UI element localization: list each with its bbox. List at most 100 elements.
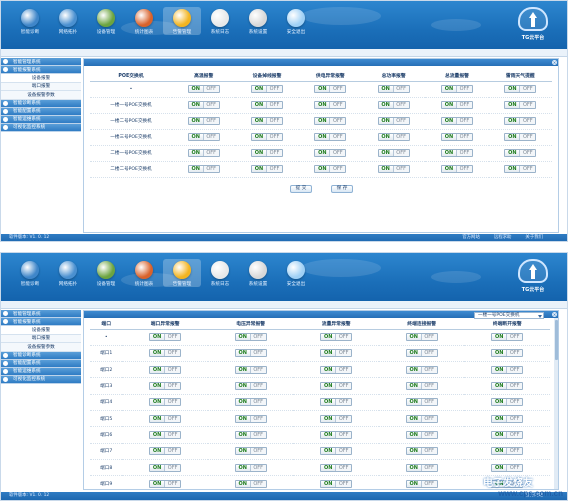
on-off-toggle[interactable]: ON OFF <box>320 349 353 358</box>
on-off-toggle[interactable]: ON OFF <box>314 85 347 93</box>
toggle-off-label[interactable]: OFF <box>520 134 535 140</box>
on-off-toggle[interactable]: ON OFF <box>320 333 353 342</box>
toggle-on-label[interactable]: ON <box>150 464 166 471</box>
toggle-on-label[interactable]: ON <box>492 448 508 455</box>
on-off-toggle[interactable]: ON OFF <box>504 85 537 93</box>
toggle-off-label[interactable]: OFF <box>267 102 282 108</box>
sidebar-group[interactable]: 智能诊断系统 <box>1 351 81 360</box>
on-off-toggle[interactable]: ON OFF <box>234 414 267 423</box>
toggle-off-label[interactable]: OFF <box>336 481 351 487</box>
toggle-off-label[interactable]: OFF <box>507 334 522 340</box>
toggle-off-label[interactable]: OFF <box>520 150 535 156</box>
on-off-toggle[interactable]: ON OFF <box>405 382 438 391</box>
toggle-off-label[interactable]: OFF <box>330 118 345 124</box>
toggle-off-label[interactable]: OFF <box>165 465 180 471</box>
submit-button[interactable]: 提 交 <box>290 185 312 193</box>
toggle-off-label[interactable]: OFF <box>422 350 437 356</box>
toggle-on-label[interactable]: ON <box>321 334 337 341</box>
on-off-toggle[interactable]: ON OFF <box>187 85 220 93</box>
toggle-on-label[interactable]: ON <box>406 383 422 390</box>
on-off-toggle[interactable]: ON OFF <box>440 117 473 125</box>
toggle-on-label[interactable]: ON <box>505 150 521 156</box>
toggle-off-label[interactable]: OFF <box>204 134 219 140</box>
toggle-on-label[interactable]: ON <box>406 448 422 455</box>
sidebar-group[interactable]: 智能运维系统 <box>1 115 81 124</box>
toggle-on-label[interactable]: ON <box>321 366 337 373</box>
toolbar-item-chart[interactable]: 统计图表 <box>125 7 163 35</box>
toggle-off-label[interactable]: OFF <box>457 134 472 140</box>
on-off-toggle[interactable]: ON OFF <box>187 133 220 141</box>
toggle-on-label[interactable]: ON <box>315 86 331 92</box>
toggle-on-label[interactable]: ON <box>321 464 337 471</box>
toggle-on-label[interactable]: ON <box>150 415 166 422</box>
sidebar-item[interactable]: 设备报警参数 <box>1 91 81 100</box>
on-off-toggle[interactable]: ON OFF <box>149 430 182 439</box>
toolbar-item-power[interactable]: 安全退出 <box>277 259 315 287</box>
toggle-off-label[interactable]: OFF <box>394 134 409 140</box>
on-off-toggle[interactable]: ON OFF <box>314 165 347 173</box>
toggle-off-label[interactable]: OFF <box>507 448 522 454</box>
on-off-toggle[interactable]: ON OFF <box>149 349 182 358</box>
toggle-off-label[interactable]: OFF <box>204 150 219 156</box>
on-off-toggle[interactable]: ON OFF <box>251 101 283 109</box>
toggle-on-label[interactable]: ON <box>441 150 457 156</box>
toggle-off-label[interactable]: OFF <box>457 150 472 156</box>
toggle-on-label[interactable]: ON <box>252 134 267 140</box>
toggle-off-label[interactable]: OFF <box>422 465 437 471</box>
toggle-on-label[interactable]: ON <box>150 399 166 406</box>
on-off-toggle[interactable]: ON OFF <box>320 398 353 407</box>
toggle-off-label[interactable]: OFF <box>520 86 535 92</box>
toggle-on-label[interactable]: ON <box>505 102 521 108</box>
toggle-on-label[interactable]: ON <box>321 350 337 357</box>
on-off-toggle[interactable]: ON OFF <box>405 349 438 358</box>
on-off-toggle[interactable]: ON OFF <box>320 447 353 456</box>
on-off-toggle[interactable]: ON OFF <box>491 414 524 423</box>
toggle-off-label[interactable]: OFF <box>422 416 437 422</box>
on-off-toggle[interactable]: ON OFF <box>440 133 473 141</box>
toggle-on-label[interactable]: ON <box>378 134 394 140</box>
toggle-on-label[interactable]: ON <box>321 383 337 390</box>
sidebar-item[interactable]: 设备报警 <box>1 74 81 83</box>
toggle-on-label[interactable]: ON <box>492 383 508 390</box>
on-off-toggle[interactable]: ON OFF <box>251 133 283 141</box>
sidebar-group[interactable]: 可视化监控系统 <box>1 123 81 132</box>
sidebar-group[interactable]: 智能报警系统 <box>1 318 81 326</box>
toolbar-item-log[interactable]: 系统日志 <box>201 7 239 35</box>
link-official-site[interactable]: 官方网站 <box>462 234 480 241</box>
on-off-toggle[interactable]: ON OFF <box>491 349 524 358</box>
on-off-toggle[interactable]: ON OFF <box>251 117 283 125</box>
toggle-on-label[interactable]: ON <box>378 166 394 172</box>
on-off-toggle[interactable]: ON OFF <box>251 85 283 93</box>
on-off-toggle[interactable]: ON OFF <box>405 479 438 488</box>
toggle-on-label[interactable]: ON <box>150 480 166 487</box>
toggle-on-label[interactable]: ON <box>235 350 251 357</box>
toggle-off-label[interactable]: OFF <box>507 383 522 389</box>
toggle-on-label[interactable]: ON <box>441 118 457 124</box>
save-button[interactable]: 保 存 <box>331 185 353 193</box>
toggle-on-label[interactable]: ON <box>150 448 166 455</box>
close-icon[interactable]: × <box>552 312 557 317</box>
on-off-toggle[interactable]: ON OFF <box>187 165 220 173</box>
toggle-on-label[interactable]: ON <box>235 431 251 438</box>
toggle-on-label[interactable]: ON <box>406 350 422 357</box>
toggle-off-label[interactable]: OFF <box>520 166 535 172</box>
toggle-on-label[interactable]: ON <box>188 150 204 156</box>
toggle-off-label[interactable]: OFF <box>394 166 409 172</box>
toggle-off-label[interactable]: OFF <box>267 150 282 156</box>
on-off-toggle[interactable]: ON OFF <box>440 85 473 93</box>
on-off-toggle[interactable]: ON OFF <box>320 365 353 374</box>
on-off-toggle[interactable]: ON OFF <box>405 463 438 472</box>
toggle-off-label[interactable]: OFF <box>422 367 437 373</box>
toggle-on-label[interactable]: ON <box>150 431 166 438</box>
toggle-on-label[interactable]: ON <box>321 415 337 422</box>
toggle-off-label[interactable]: OFF <box>251 416 266 422</box>
toggle-on-label[interactable]: ON <box>406 334 422 341</box>
on-off-toggle[interactable]: ON OFF <box>491 447 524 456</box>
toggle-on-label[interactable]: ON <box>321 480 337 487</box>
on-off-toggle[interactable]: ON OFF <box>405 447 438 456</box>
toggle-on-label[interactable]: ON <box>321 431 337 438</box>
on-off-toggle[interactable]: ON OFF <box>320 479 353 488</box>
toggle-off-label[interactable]: OFF <box>165 350 180 356</box>
toolbar-item-globe[interactable]: 智能诊断 <box>11 259 49 287</box>
toggle-off-label[interactable]: OFF <box>520 118 535 124</box>
